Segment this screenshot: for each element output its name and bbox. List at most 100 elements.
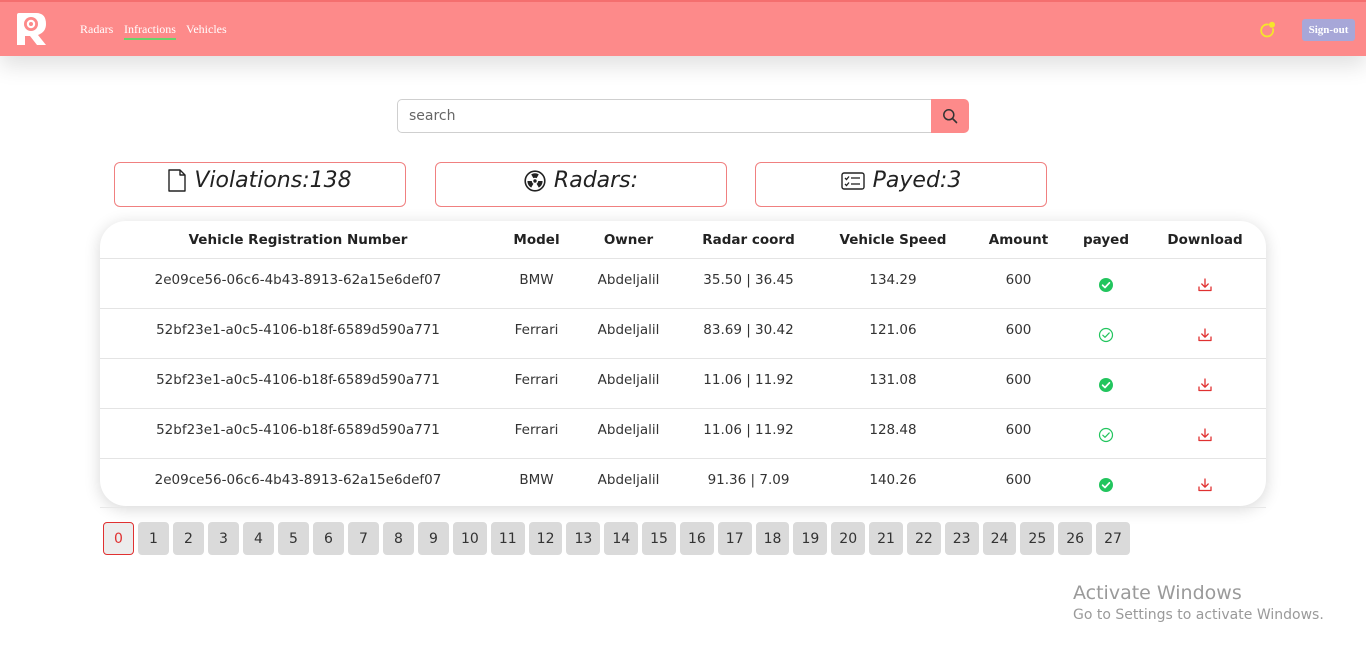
check-circle-filled-icon[interactable] [1098,377,1114,393]
violations-card: Violations:138 [114,162,406,207]
download-cell [1144,408,1266,459]
page-button-6[interactable]: 6 [313,522,344,555]
nav-radars[interactable]: Radars [80,22,113,37]
vehicle-speed-cell: 134.29 [817,258,969,309]
payed-cell [1068,458,1144,506]
page-button-4[interactable]: 4 [243,522,274,555]
radar-coord-cell: 35.50 | 36.45 [680,258,817,309]
header-vehicle-speed: Vehicle Speed [817,221,969,259]
checklist-icon [840,171,865,190]
nav-vehicles[interactable]: Vehicles [186,22,227,37]
table-row: 2e09ce56-06c6-4b43-8913-62a15e6def07 BMW A… [100,258,1266,309]
payed-cell [1068,258,1144,309]
check-circle-filled-icon[interactable] [1098,477,1114,493]
radar-coord-cell: 83.69 | 30.42 [680,308,817,359]
radar-coord-cell: 91.36 | 7.09 [707,471,790,488]
radiation-icon [524,169,546,192]
owner-cell: Abdeljalil [577,358,680,409]
check-circle-filled-icon[interactable] [1098,277,1114,293]
page-button-7[interactable]: 7 [348,522,379,555]
search-button[interactable] [931,99,969,133]
download-cell [1144,258,1266,309]
infractions-table: Vehicle Registration Number Model Owner … [100,221,1266,506]
file-icon [168,169,187,192]
model-cell: Ferrari [496,358,577,409]
download-icon[interactable] [1197,477,1213,493]
search-input[interactable] [397,99,932,133]
download-icon[interactable] [1197,327,1213,343]
page-button-17[interactable]: 17 [717,522,752,555]
download-cell [1144,308,1266,359]
search-bar [397,99,969,133]
header-owner: Owner [577,221,680,259]
registration-cell: 52bf23e1-a0c5-4106-b18f-6589d590a771 [100,408,496,459]
registration-cell: 2e09ce56-06c6-4b43-8913-62a15e6def07 [154,471,442,488]
header-amount: Amount [969,221,1068,259]
app-logo-icon[interactable] [14,11,48,47]
page-button-27[interactable]: 27 [1096,522,1130,555]
payed-cell [1068,358,1144,409]
radars-card: Radars: [435,162,727,207]
violations-count: Violations:138 [194,168,352,193]
page-button-3[interactable]: 3 [208,522,239,555]
radar-coord-cell: 11.06 | 11.92 [680,408,817,459]
page-button-20[interactable]: 20 [831,522,866,555]
page-button-9[interactable]: 9 [418,522,449,555]
amount-cell: 600 [969,358,1068,409]
page-button-10[interactable]: 10 [453,522,487,555]
page-button-16[interactable]: 16 [679,522,714,555]
amount-cell: 600 [969,258,1068,309]
download-cell [1144,458,1266,506]
download-icon[interactable] [1197,427,1213,443]
page-button-12[interactable]: 12 [528,522,563,555]
page-button-19[interactable]: 19 [793,522,828,555]
page-button-14[interactable]: 14 [604,522,639,555]
amount-cell: 600 [969,408,1068,459]
model-cell: BMW [519,471,554,488]
windows-activation-watermark: Activate Windows Go to Settings to activ… [1073,582,1324,623]
vehicle-speed-cell: 121.06 [817,308,969,359]
page-button-1[interactable]: 1 [138,522,169,555]
pagination: 0 1 2 3 4 5 6 7 8 9 10 11 12 13 14 15 16 17 18 19 20 21 22 23 24… [103,522,1130,555]
page-button-23[interactable]: 23 [944,522,979,555]
owner-cell: Abdeljalil [577,308,680,359]
page-button-24[interactable]: 24 [982,522,1017,555]
download-icon[interactable] [1197,377,1213,393]
page-button-0[interactable]: 0 [103,522,134,555]
page-button-2[interactable]: 2 [173,522,204,555]
page-button-13[interactable]: 13 [566,522,601,555]
owner-cell: Abdeljalil [577,258,680,309]
table-row: 52bf23e1-a0c5-4106-b18f-6589d590a771 Ferr… [100,358,1266,409]
page-button-11[interactable]: 11 [490,522,525,555]
table-row: 2e09ce56-06c6-4b43-8913-62a15e6def07 BMW A… [100,458,1266,506]
owner-cell: Abdeljalil [597,471,660,488]
top-navbar: Radars Infractions Vehicles Sign-out [0,0,1366,56]
page-button-26[interactable]: 26 [1058,522,1093,555]
model-cell: Ferrari [496,408,577,459]
download-icon[interactable] [1197,277,1213,293]
notification-bell-icon[interactable] [1258,21,1276,39]
check-circle-outline-icon[interactable] [1098,327,1114,343]
page-button-8[interactable]: 8 [383,522,414,555]
sign-out-button[interactable]: Sign-out [1302,19,1355,41]
pagination-divider [100,507,1266,508]
vehicle-speed-cell: 128.48 [817,408,969,459]
header-radar-coord: Radar coord [680,221,817,259]
page-button-25[interactable]: 25 [1020,522,1055,555]
header-model: Model [496,221,577,259]
registration-cell: 52bf23e1-a0c5-4106-b18f-6589d590a771 [100,358,496,409]
radars-count: Radars: [553,168,639,193]
page-button-5[interactable]: 5 [278,522,309,555]
page-button-15[interactable]: 15 [642,522,676,555]
header-payed: payed [1068,221,1144,259]
nav-infractions[interactable]: Infractions [124,22,176,40]
page-button-18[interactable]: 18 [755,522,790,555]
watermark-subtitle: Go to Settings to activate Windows. [1073,607,1324,623]
check-circle-outline-icon[interactable] [1098,427,1114,443]
payed-card: Payed:3 [755,162,1047,207]
payed-count: Payed:3 [872,168,962,193]
page-button-21[interactable]: 21 [869,522,903,555]
payed-cell [1068,308,1144,359]
page-button-22[interactable]: 22 [906,522,941,555]
download-cell [1144,358,1266,409]
